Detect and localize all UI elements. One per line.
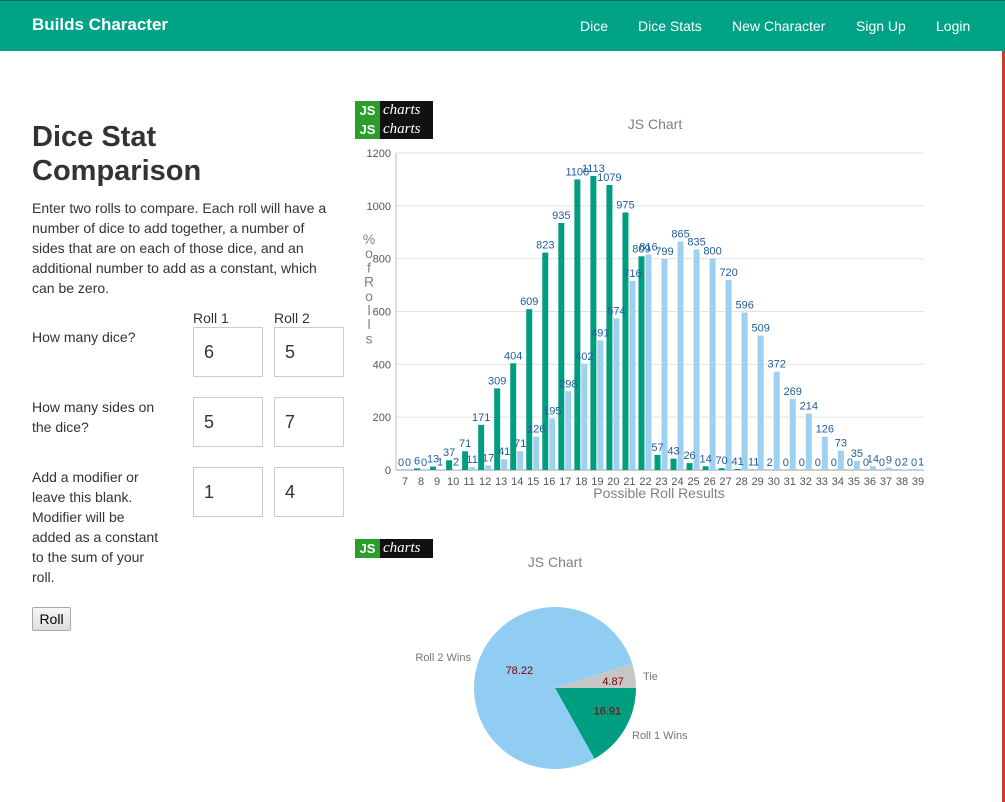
pie-value-label: 78.22: [506, 665, 534, 677]
pie-name-label: Roll 1 Wins: [632, 730, 688, 742]
pie-value-label: 16.91: [594, 706, 622, 718]
pie-name-label: Roll 2 Wins: [415, 652, 471, 664]
pie-value-label: 4.87: [602, 676, 623, 688]
pie-chart-title: JS Chart: [528, 554, 583, 570]
pie-name-label: Tie: [643, 671, 658, 683]
win-probability-pie: JS Chart 4.87 16.91 78.22 Roll 2 Wins Tie Roll…: [415, 554, 688, 769]
